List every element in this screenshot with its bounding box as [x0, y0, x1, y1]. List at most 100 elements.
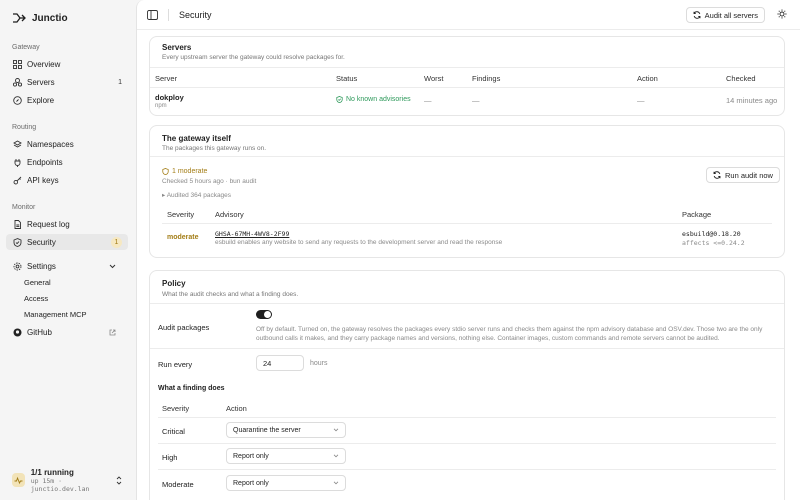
sidebar-item-label: Request log — [27, 219, 70, 229]
col-header-action: Action — [226, 404, 247, 413]
policy-card-title: Policy — [162, 279, 186, 288]
col-header-findings: Findings — [472, 74, 501, 83]
topbar: Security Audit all servers — [137, 0, 800, 30]
col-header-status: Status — [336, 74, 358, 83]
sidebar-item-namespaces[interactable]: Namespaces — [6, 136, 128, 152]
chevron-down-icon — [333, 454, 339, 458]
audit-all-servers-button[interactable]: Audit all servers — [685, 7, 765, 23]
audit-all-label: Audit all servers — [704, 10, 758, 20]
sidebar-item-endpoints[interactable]: Endpoints — [6, 154, 128, 170]
run-every-unit: hours — [310, 360, 328, 367]
sidebar: Junctio Gateway Overview Servers 1 Explo… — [0, 0, 136, 500]
policy-action-select[interactable]: Report only — [226, 475, 346, 491]
refresh-icon — [693, 11, 701, 19]
status-title: 1/1 running — [30, 467, 74, 477]
sidebar-item-request-log[interactable]: Request log — [6, 216, 128, 232]
servers-count-badge: 1 — [118, 78, 122, 86]
gear-icon — [12, 262, 22, 271]
activity-icon — [12, 473, 25, 487]
server-type: npm — [155, 103, 167, 109]
audit-packages-desc-2: outbound calls it makes, and they carry … — [256, 335, 720, 342]
sidebar-item-label: Settings — [27, 261, 56, 271]
policy-severity: High — [162, 453, 178, 462]
plug-icon — [12, 158, 22, 167]
sidebar-item-servers[interactable]: Servers 1 — [6, 74, 128, 90]
server-name: dokploy — [155, 93, 184, 102]
sidebar-item-label: Overview — [27, 59, 61, 69]
sidebar-item-label: Explore — [27, 95, 55, 105]
sidebar-toggle-icon[interactable] — [147, 9, 158, 20]
section-routing: Routing — [12, 124, 37, 131]
sidebar-item-explore[interactable]: Explore — [6, 92, 128, 108]
status-badge: No known advisories — [336, 96, 411, 103]
document-icon — [12, 219, 22, 229]
audited-packages-toggle[interactable]: ▸ Audited 364 packages — [162, 191, 231, 199]
gateway-checked: Checked 5 hours ago · bun audit — [162, 178, 257, 185]
col-header-severity: Severity — [162, 404, 190, 413]
compass-icon — [12, 95, 22, 105]
package-name: esbuild@0.18.20 — [682, 230, 741, 238]
col-header-advisory: Advisory — [215, 210, 244, 219]
action-value: — — [637, 96, 645, 105]
select-value: Quarantine the server — [233, 426, 301, 434]
package-affects: affects <=0.24.2 — [682, 239, 745, 247]
col-header-severity: Severity — [167, 210, 195, 219]
sidebar-item-label: Security — [27, 237, 56, 247]
col-header-action: Action — [637, 74, 658, 83]
check-shield-icon — [336, 96, 343, 103]
policy-card-subtitle: What the audit checks and what a finding… — [162, 291, 299, 298]
policy-severity: Moderate — [162, 480, 194, 489]
gateway-summary: 1 moderate — [162, 168, 207, 175]
servers-card-subtitle: Every upstream server the gateway could … — [162, 54, 345, 61]
gateway-card: The gateway itself The packages this gat… — [149, 125, 785, 258]
refresh-icon — [713, 171, 721, 179]
sidebar-item-github[interactable]: GitHub — [6, 324, 128, 340]
select-value: Report only — [233, 479, 269, 487]
layers-icon — [12, 139, 22, 149]
chevron-down-icon — [107, 264, 117, 269]
sidebar-item-security[interactable]: Security 1 — [6, 234, 128, 250]
summary-text: 1 moderate — [172, 168, 208, 175]
findings-value: — — [472, 96, 480, 105]
app-name: Junctio — [32, 12, 68, 24]
sidebar-item-settings[interactable]: Settings — [6, 258, 128, 274]
audit-packages-toggle[interactable] — [256, 310, 272, 319]
sidebar-item-api-keys[interactable]: API keys — [6, 172, 128, 188]
checked-value: 14 minutes ago — [726, 96, 778, 105]
section-monitor: Monitor — [12, 204, 36, 211]
sidebar-item-label: GitHub — [27, 327, 52, 337]
audit-packages-desc-1: Off by default. Turned on, the gateway r… — [256, 326, 763, 333]
gateway-status[interactable]: 1/1 running up 15m · junctio.dev.lan — [6, 466, 128, 494]
grid-icon — [12, 59, 22, 69]
gateway-card-title: The gateway itself — [162, 134, 231, 143]
col-header-checked: Checked — [726, 74, 756, 83]
sidebar-item-label: Servers — [27, 77, 55, 87]
worst-value: — — [424, 96, 432, 105]
run-audit-button[interactable]: Run audit now — [706, 167, 780, 183]
junctio-logo-icon — [12, 12, 26, 24]
select-value: Report only — [233, 452, 269, 460]
policy-action-select[interactable]: Quarantine the server — [226, 422, 346, 438]
col-header-worst: Worst — [424, 74, 444, 83]
run-audit-label: Run audit now — [725, 170, 773, 180]
github-icon — [12, 328, 22, 337]
policy-action-select[interactable]: Report only — [226, 448, 346, 464]
sidebar-item-overview[interactable]: Overview — [6, 56, 128, 72]
audit-packages-label: Audit packages — [158, 323, 210, 332]
external-link-icon — [107, 329, 117, 336]
advisory-link[interactable]: GHSA-67MH-4WV8-2F99 — [215, 230, 289, 238]
section-gateway: Gateway — [12, 44, 40, 51]
sidebar-subitem-management-mcp[interactable]: Management MCP — [24, 310, 87, 319]
sidebar-subitem-access[interactable]: Access — [24, 294, 48, 303]
severity-badge: moderate — [167, 234, 199, 241]
chevron-down-icon — [333, 481, 339, 485]
run-every-input[interactable]: 24 — [256, 355, 304, 371]
sidebar-item-label: Namespaces — [27, 139, 74, 149]
servers-card-title: Servers — [162, 43, 192, 52]
security-alert-badge: 1 — [111, 236, 122, 248]
sidebar-subitem-general[interactable]: General — [24, 278, 51, 287]
sun-icon[interactable] — [777, 9, 787, 19]
servers-card: Servers Every upstream server the gatewa… — [149, 36, 785, 116]
page-title: Security — [179, 9, 212, 20]
brand[interactable]: Junctio — [12, 12, 68, 24]
